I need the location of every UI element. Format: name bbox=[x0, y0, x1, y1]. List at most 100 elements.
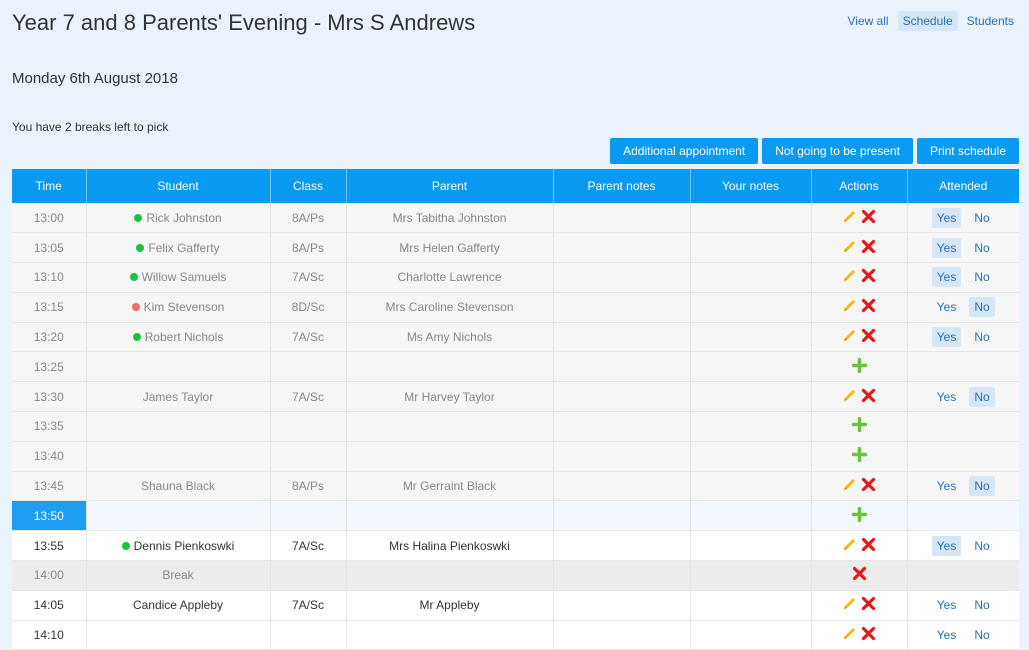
parent-notes-cell bbox=[553, 292, 691, 323]
your-notes-cell[interactable] bbox=[690, 262, 812, 293]
pencil-icon[interactable] bbox=[842, 239, 857, 257]
student-cell[interactable] bbox=[86, 500, 271, 532]
attended-cell: Yes No bbox=[907, 262, 1019, 293]
delete-icon[interactable] bbox=[861, 596, 876, 614]
your-notes-cell[interactable] bbox=[690, 560, 812, 591]
your-notes-cell[interactable] bbox=[690, 620, 812, 650]
pencil-icon[interactable] bbox=[842, 328, 857, 346]
delete-icon[interactable] bbox=[861, 268, 876, 286]
your-notes-cell[interactable] bbox=[690, 441, 812, 472]
class-cell: 8D/Sc bbox=[270, 292, 347, 323]
attended-no-button[interactable]: No bbox=[969, 208, 994, 228]
pencil-icon[interactable] bbox=[842, 477, 857, 495]
your-notes-cell[interactable] bbox=[690, 351, 812, 383]
nav-view-all[interactable]: View all bbox=[842, 11, 893, 31]
attended-no-button[interactable]: No bbox=[969, 327, 994, 347]
your-notes-cell[interactable] bbox=[690, 500, 812, 532]
student-name: Shauna Black bbox=[140, 479, 216, 494]
nav-schedule[interactable]: Schedule bbox=[897, 11, 958, 31]
parent-notes-cell bbox=[553, 262, 691, 293]
nav-students[interactable]: Students bbox=[962, 11, 1019, 31]
delete-icon[interactable] bbox=[861, 328, 876, 346]
delete-icon[interactable] bbox=[861, 626, 876, 644]
delete-icon[interactable] bbox=[861, 239, 876, 257]
student-cell[interactable]: Robert Nichols bbox=[86, 322, 271, 353]
attended-yes-button[interactable]: Yes bbox=[931, 237, 962, 258]
attended-yes-button[interactable]: Yes bbox=[931, 267, 962, 288]
pencil-icon[interactable] bbox=[842, 596, 857, 614]
student-cell[interactable]: Candice Appleby bbox=[86, 590, 271, 621]
pencil-icon[interactable] bbox=[842, 268, 857, 286]
col-header-class[interactable]: Class bbox=[270, 169, 347, 203]
add-icon[interactable] bbox=[851, 357, 867, 376]
student-cell[interactable]: Dennis Pienkoswki bbox=[86, 530, 271, 562]
pencil-icon[interactable] bbox=[842, 626, 857, 644]
pencil-icon[interactable] bbox=[842, 388, 857, 406]
delete-icon[interactable] bbox=[861, 477, 876, 495]
attended-no-button[interactable]: No bbox=[969, 476, 995, 497]
your-notes-cell[interactable] bbox=[690, 232, 812, 264]
time-cell: 13:25 bbox=[12, 351, 87, 383]
attended-no-button[interactable]: No bbox=[969, 386, 995, 407]
attended-yes-button[interactable]: Yes bbox=[931, 327, 962, 348]
student-cell[interactable] bbox=[86, 351, 271, 383]
delete-icon[interactable] bbox=[861, 537, 876, 555]
attended-yes-button[interactable]: Yes bbox=[932, 476, 962, 496]
attended-yes-button[interactable]: Yes bbox=[932, 625, 962, 645]
col-header-student[interactable]: Student bbox=[86, 169, 271, 203]
additional-appointment-button[interactable]: Additional appointment bbox=[610, 138, 759, 164]
attended-yes-button[interactable]: Yes bbox=[932, 595, 962, 615]
your-notes-cell[interactable] bbox=[690, 471, 812, 502]
col-header-attended[interactable]: Attended bbox=[907, 169, 1019, 203]
attended-no-button[interactable]: No bbox=[969, 297, 995, 318]
student-cell[interactable] bbox=[86, 620, 271, 650]
col-header-actions[interactable]: Actions bbox=[811, 169, 908, 203]
attended-yes-button[interactable]: Yes bbox=[931, 207, 962, 228]
attended-yes-button[interactable]: Yes bbox=[932, 387, 962, 407]
attended-no-button[interactable]: No bbox=[969, 625, 994, 645]
student-cell[interactable] bbox=[86, 441, 271, 472]
col-header-time[interactable]: Time bbox=[12, 169, 87, 203]
add-icon[interactable] bbox=[851, 506, 867, 525]
student-cell[interactable]: Rick Johnston bbox=[86, 203, 271, 234]
pencil-icon[interactable] bbox=[842, 298, 857, 316]
your-notes-cell[interactable] bbox=[690, 411, 812, 442]
col-header-parent[interactable]: Parent bbox=[346, 169, 554, 203]
delete-icon[interactable] bbox=[861, 298, 876, 316]
student-cell[interactable]: Kim Stevenson bbox=[86, 292, 271, 323]
table-header-row: Time Student Class Parent Parent notes Y… bbox=[12, 169, 1019, 203]
present-status-dot bbox=[121, 541, 130, 550]
your-notes-cell[interactable] bbox=[690, 322, 812, 353]
attended-cell bbox=[907, 411, 1019, 442]
col-header-your-notes[interactable]: Your notes bbox=[690, 169, 812, 203]
print-schedule-button[interactable]: Print schedule bbox=[916, 138, 1019, 164]
add-icon[interactable] bbox=[851, 447, 867, 465]
your-notes-cell[interactable] bbox=[690, 381, 812, 413]
student-cell[interactable]: Felix Gafferty bbox=[86, 232, 271, 264]
delete-icon[interactable] bbox=[852, 566, 867, 584]
col-header-parent-notes[interactable]: Parent notes bbox=[553, 169, 691, 203]
student-cell[interactable] bbox=[86, 411, 271, 442]
attended-no-button[interactable]: No bbox=[969, 267, 994, 287]
your-notes-cell[interactable] bbox=[690, 203, 812, 234]
attended-no-button[interactable]: No bbox=[969, 536, 994, 556]
student-cell[interactable]: Break bbox=[86, 560, 271, 591]
attended-yes-button[interactable]: Yes bbox=[932, 297, 962, 317]
student-cell[interactable]: Shauna Black bbox=[86, 471, 271, 502]
student-cell[interactable]: Willow Samuels bbox=[86, 262, 271, 293]
attended-cell bbox=[907, 500, 1019, 532]
attended-no-button[interactable]: No bbox=[969, 595, 994, 615]
your-notes-cell[interactable] bbox=[690, 292, 812, 323]
attended-no-button[interactable]: No bbox=[969, 238, 994, 258]
pencil-icon[interactable] bbox=[842, 209, 857, 227]
attended-yes-button[interactable]: Yes bbox=[931, 535, 962, 556]
delete-icon[interactable] bbox=[861, 388, 876, 406]
not-present-button[interactable]: Not going to be present bbox=[762, 138, 913, 164]
pencil-icon[interactable] bbox=[842, 537, 857, 555]
add-icon[interactable] bbox=[851, 417, 867, 435]
your-notes-cell[interactable] bbox=[690, 530, 812, 562]
delete-icon[interactable] bbox=[861, 209, 876, 227]
event-date: Monday 6th August 2018 bbox=[12, 70, 178, 87]
your-notes-cell[interactable] bbox=[690, 590, 812, 621]
student-cell[interactable]: James Taylor bbox=[86, 381, 271, 413]
